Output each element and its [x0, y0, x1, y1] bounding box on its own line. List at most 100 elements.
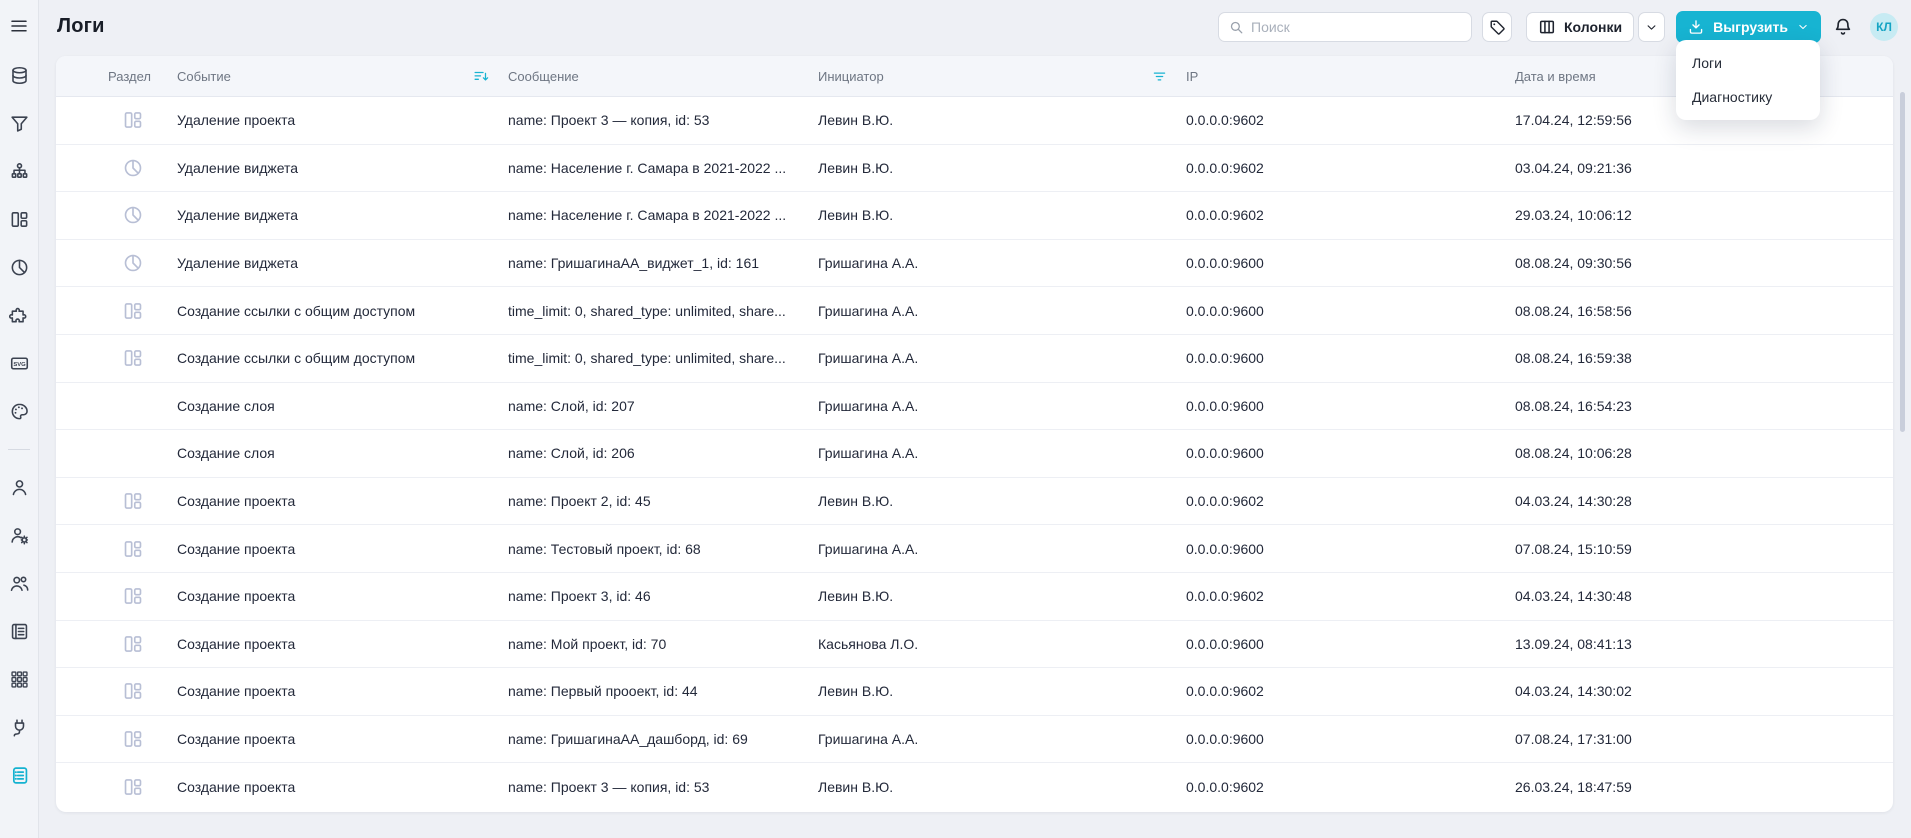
user-icon: [9, 477, 30, 498]
cell-datetime: 04.03.24, 14:30:02: [1515, 683, 1632, 700]
cell-datetime: 13.09.24, 08:41:13: [1515, 635, 1632, 652]
sidebar-item-dashboard-icon[interactable]: [8, 209, 30, 230]
cell-event: Создание ссылки с общим доступом: [177, 350, 416, 367]
export-menu-item[interactable]: Диагностику: [1676, 80, 1820, 114]
sidebar-item-user-icon[interactable]: [8, 477, 30, 498]
cell-initiator: Левин В.Ю.: [818, 683, 894, 700]
cell-section: [108, 300, 177, 322]
sort-descending-icon[interactable]: [473, 68, 490, 85]
cell-section: [108, 585, 177, 607]
sidebar-divider: [8, 449, 30, 450]
dashboard-icon: [108, 585, 144, 607]
sidebar-item-users-icon[interactable]: [8, 573, 30, 594]
table-row[interactable]: Создание ссылки с общим доступом time_lim…: [56, 287, 1893, 335]
sidebar-item-user-settings-icon[interactable]: [8, 525, 30, 546]
export-button[interactable]: Выгрузить: [1676, 11, 1821, 43]
cell-message: name: Проект 3 — копия, id: 53: [508, 779, 710, 796]
menu-icon[interactable]: [9, 16, 29, 36]
cell-message: name: Проект 2, id: 45: [508, 493, 651, 510]
sidebar-item-puzzle-icon[interactable]: [8, 305, 30, 326]
table-row[interactable]: Создание проекта name: Проект 3 — копия, …: [56, 763, 1893, 811]
table-row[interactable]: Создание проекта name: Тестовый проект, i…: [56, 525, 1893, 573]
table-row[interactable]: Создание проекта name: Мой проект, id: 70…: [56, 621, 1893, 669]
sidebar-item-palette-icon[interactable]: [8, 401, 30, 422]
table-row[interactable]: Удаление виджета name: ГришагинаАА_виджет…: [56, 240, 1893, 288]
sidebar-item-pie-chart-icon[interactable]: [8, 257, 30, 278]
cell-section: [108, 633, 177, 655]
search-input[interactable]: [1251, 19, 1463, 35]
sidebar-item-apps-grid-icon[interactable]: [8, 669, 30, 690]
cell-initiator: Левин В.Ю.: [818, 493, 894, 510]
sidebar-item-svg-icon[interactable]: SVG: [8, 353, 30, 374]
cell-ip: 0.0.0.0:9600: [1186, 302, 1264, 319]
sidebar-item-sitemap-icon[interactable]: [8, 161, 30, 182]
column-header-event: Событие: [177, 68, 508, 85]
sitemap-icon: [9, 161, 30, 182]
cell-section: [108, 728, 177, 750]
table-row[interactable]: Удаление виджета name: Население г. Самар…: [56, 192, 1893, 240]
cell-initiator: Гришагина А.А.: [818, 350, 919, 367]
pie-chart-icon: [108, 252, 144, 274]
table-row[interactable]: Создание проекта name: Первый прооект, id…: [56, 668, 1893, 716]
cell-event: Создание проекта: [177, 588, 296, 605]
sidebar-item-filter-icon[interactable]: [8, 113, 30, 134]
cell-initiator: Левин В.Ю.: [818, 207, 894, 224]
avatar[interactable]: КЛ: [1870, 13, 1898, 41]
dashboard-icon: [108, 776, 144, 798]
columns-button[interactable]: Колонки: [1526, 12, 1635, 42]
cell-event: Создание проекта: [177, 731, 296, 748]
cell-event: Создание проекта: [177, 683, 296, 700]
cell-initiator: Гришагина А.А.: [818, 397, 919, 414]
filter-applied-icon[interactable]: [1151, 68, 1168, 85]
table-row[interactable]: Создание ссылки с общим доступом time_lim…: [56, 335, 1893, 383]
main-area: Логи Колонки Выгрузит: [39, 0, 1911, 838]
sidebar-item-logs-icon[interactable]: [8, 765, 30, 786]
notifications-button[interactable]: [1832, 16, 1854, 38]
puzzle-icon: [8, 305, 30, 326]
table-row[interactable]: Удаление проекта name: Проект 3 — копия, …: [56, 97, 1893, 145]
sidebar-item-database-icon[interactable]: [8, 65, 30, 86]
export-menu-item[interactable]: Логи: [1676, 46, 1820, 80]
cell-ip: 0.0.0.0:9600: [1186, 445, 1264, 462]
bell-icon: [1832, 16, 1854, 38]
table-row[interactable]: Создание проекта name: Проект 2, id: 45 Ле…: [56, 478, 1893, 526]
cell-section: [108, 776, 177, 798]
search-box: [1218, 12, 1473, 42]
cell-datetime: 07.08.24, 17:31:00: [1515, 731, 1632, 748]
sidebar-item-plug-icon[interactable]: [8, 717, 30, 738]
sidebar-item-journal-icon[interactable]: [8, 621, 30, 642]
cell-event: Создание проекта: [177, 635, 296, 652]
cell-initiator: Гришагина А.А.: [818, 731, 919, 748]
dashboard-icon: [108, 680, 144, 702]
cell-message: time_limit: 0, shared_type: unlimited, s…: [508, 350, 786, 367]
cell-event: Создание проекта: [177, 540, 296, 557]
tag-button[interactable]: [1482, 12, 1513, 42]
cell-initiator: Касьянова Л.О.: [818, 635, 919, 652]
cell-message: name: Первый прооект, id: 44: [508, 683, 698, 700]
cell-event: Создание слоя: [177, 397, 275, 414]
columns-expand-button[interactable]: [1638, 12, 1666, 42]
columns-icon: [1538, 18, 1556, 36]
search-icon: [1228, 19, 1245, 36]
user-settings-icon: [9, 525, 30, 546]
table-row[interactable]: Создание проекта name: ГришагинаАА_дашбор…: [56, 716, 1893, 764]
cell-datetime: 07.08.24, 15:10:59: [1515, 540, 1632, 557]
table-row[interactable]: Создание проекта name: Проект 3, id: 46 Ле…: [56, 573, 1893, 621]
cell-ip: 0.0.0.0:9600: [1186, 635, 1264, 652]
plug-icon: [9, 717, 30, 738]
cell-initiator: Гришагина А.А.: [818, 302, 919, 319]
cell-message: name: ГришагинаАА_виджет_1, id: 161: [508, 255, 760, 272]
dashboard-icon: [108, 490, 144, 512]
column-header-section: Раздел: [108, 68, 151, 84]
table-row[interactable]: Создание слоя name: Слой, id: 206 Гришагин…: [56, 430, 1893, 478]
table-row[interactable]: Создание слоя name: Слой, id: 207 Гришагин…: [56, 383, 1893, 431]
cell-datetime: 08.08.24, 16:59:38: [1515, 350, 1632, 367]
vertical-scrollbar[interactable]: [1900, 92, 1905, 432]
cell-message: time_limit: 0, shared_type: unlimited, s…: [508, 302, 786, 319]
cell-datetime: 03.04.24, 09:21:36: [1515, 159, 1632, 176]
dashboard-icon: [9, 209, 30, 230]
cell-message: name: Мой проект, id: 70: [508, 635, 667, 652]
cell-message: name: Слой, id: 206: [508, 445, 635, 462]
table-row[interactable]: Удаление виджета name: Население г. Самар…: [56, 145, 1893, 193]
pie-chart-icon: [9, 257, 30, 278]
